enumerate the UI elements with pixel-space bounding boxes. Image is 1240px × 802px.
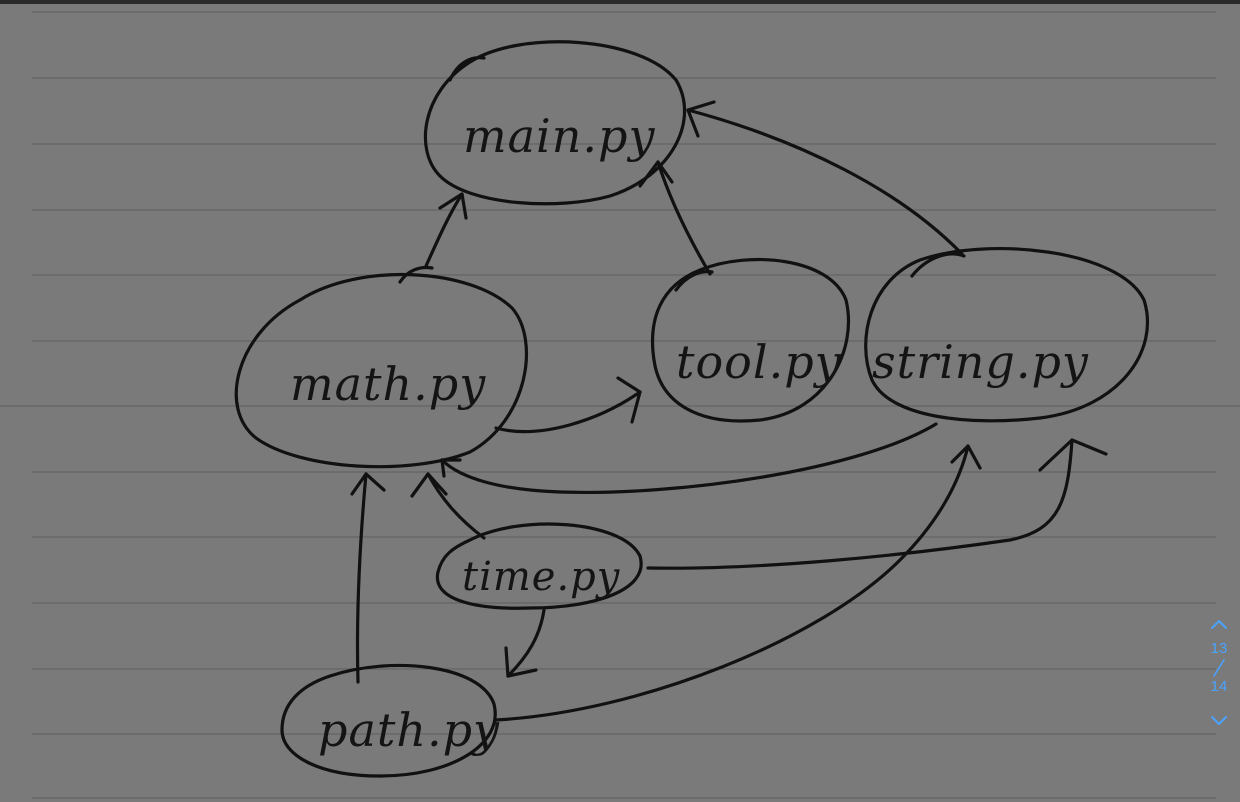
chevron-up-icon [1211, 620, 1227, 629]
edge-string-to-main [686, 100, 964, 256]
edge-tool-to-main [638, 160, 712, 276]
page-down-button[interactable] [1206, 714, 1232, 736]
edge-time-to-path [504, 608, 546, 678]
page-up-button[interactable] [1206, 618, 1232, 640]
current-page-number: 13 [1210, 640, 1228, 657]
node-tool: tool.py [650, 257, 851, 423]
edge-path-to-math [350, 472, 386, 684]
node-string-label: string.py [872, 335, 1089, 389]
edge-string-to-math [440, 422, 938, 494]
edge-math-to-main [424, 192, 468, 268]
page-separator [1206, 658, 1232, 678]
node-math: math.py [234, 265, 529, 469]
handwritten-diagram: main.py math.py tool.py string.py time.p… [0, 11, 1240, 799]
node-string: string.py [864, 247, 1150, 423]
node-main-label: main.py [463, 109, 655, 163]
total-page-number: 14 [1210, 678, 1228, 695]
edge-time-to-math [410, 472, 486, 540]
page-navigator: 13 14 [1206, 618, 1232, 768]
edge-time-to-string [646, 438, 1108, 570]
node-math-label: math.py [290, 357, 486, 411]
node-time-label: time.py [462, 554, 621, 600]
edge-math-to-tool [494, 376, 642, 434]
node-tool-label: tool.py [676, 335, 842, 389]
node-path: path.py [280, 663, 500, 778]
chevron-down-icon [1211, 716, 1227, 725]
node-path-label: path.py [318, 703, 500, 757]
notebook-page: main.py math.py tool.py string.py time.p… [0, 0, 1240, 802]
